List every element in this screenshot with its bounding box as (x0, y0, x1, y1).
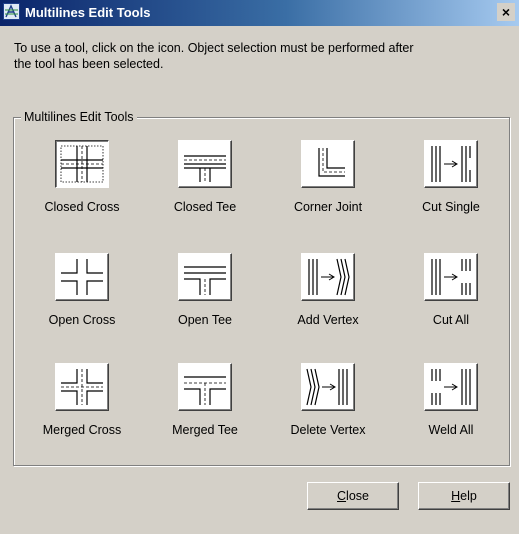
closed-tee-button[interactable] (178, 140, 232, 188)
merged-tee-icon (184, 376, 226, 405)
close-label: lose (346, 489, 369, 503)
cut-single-button[interactable] (424, 140, 478, 188)
tool-closed-cross: Closed Cross (25, 140, 135, 232)
merged-tee-button[interactable] (178, 363, 232, 411)
tool-label: Merged Cross (42, 423, 122, 437)
tool-add-vertex: Add Vertex (271, 253, 381, 345)
tool-label: Corner Joint (293, 200, 363, 214)
tool-closed-tee: Closed Tee (148, 140, 258, 232)
cut-single-icon (431, 146, 471, 182)
tool-corner-joint: Corner Joint (271, 140, 381, 232)
tool-cut-all: Cut All (394, 253, 504, 345)
closed-tee-icon (184, 155, 226, 182)
corner-joint-button[interactable] (301, 140, 355, 188)
tool-merged-cross: Merged Cross (25, 363, 135, 455)
add-vertex-icon (308, 258, 350, 296)
tool-label: Add Vertex (297, 313, 359, 327)
tool-weld-all: Weld All (394, 363, 504, 455)
tool-cut-single: Cut Single (394, 140, 504, 232)
title-bar[interactable]: Multilines Edit Tools × (0, 0, 519, 26)
tool-open-tee: Open Tee (148, 253, 258, 345)
help-label: elp (460, 489, 477, 503)
tool-label: Open Cross (48, 313, 116, 327)
multiline-app-icon (3, 3, 20, 20)
group-label: Multilines Edit Tools (21, 110, 137, 124)
closed-cross-icon (60, 145, 104, 183)
multilines-edit-tools-dialog: Multilines Edit Tools × To use a tool, c… (0, 0, 519, 534)
merged-cross-button[interactable] (55, 363, 109, 411)
window-title: Multilines Edit Tools (25, 5, 151, 20)
open-tee-button[interactable] (178, 253, 232, 301)
tool-label: Weld All (428, 423, 474, 437)
cut-all-button[interactable] (424, 253, 478, 301)
tool-label: Delete Vertex (290, 423, 366, 437)
tool-label: Closed Cross (44, 200, 120, 214)
cut-all-icon (431, 259, 471, 295)
weld-all-icon (431, 369, 471, 405)
open-cross-button[interactable] (55, 253, 109, 301)
tool-delete-vertex: Delete Vertex (271, 363, 381, 455)
close-button[interactable]: Close (307, 482, 399, 510)
close-icon[interactable]: × (497, 3, 515, 21)
tool-label: Open Tee (178, 313, 232, 327)
instructions-text: To use a tool, click on the icon. Object… (14, 41, 414, 71)
open-tee-icon (184, 266, 226, 295)
corner-joint-icon (318, 148, 345, 177)
merged-cross-icon (61, 369, 103, 405)
tool-merged-tee: Merged Tee (148, 363, 258, 455)
tool-label: Cut Single (422, 200, 480, 214)
add-vertex-button[interactable] (301, 253, 355, 301)
delete-vertex-button[interactable] (301, 363, 355, 411)
help-button[interactable]: Help (418, 482, 510, 510)
tool-open-cross: Open Cross (25, 253, 135, 345)
close-mnemonic: C (337, 489, 347, 503)
closed-cross-button[interactable] (55, 140, 109, 188)
delete-vertex-icon (306, 368, 348, 406)
tool-label: Cut All (432, 313, 470, 327)
tool-label: Closed Tee (173, 200, 237, 214)
help-mnemonic: H (451, 489, 461, 503)
tool-label: Merged Tee (172, 423, 238, 437)
weld-all-button[interactable] (424, 363, 478, 411)
open-cross-icon (61, 259, 103, 295)
